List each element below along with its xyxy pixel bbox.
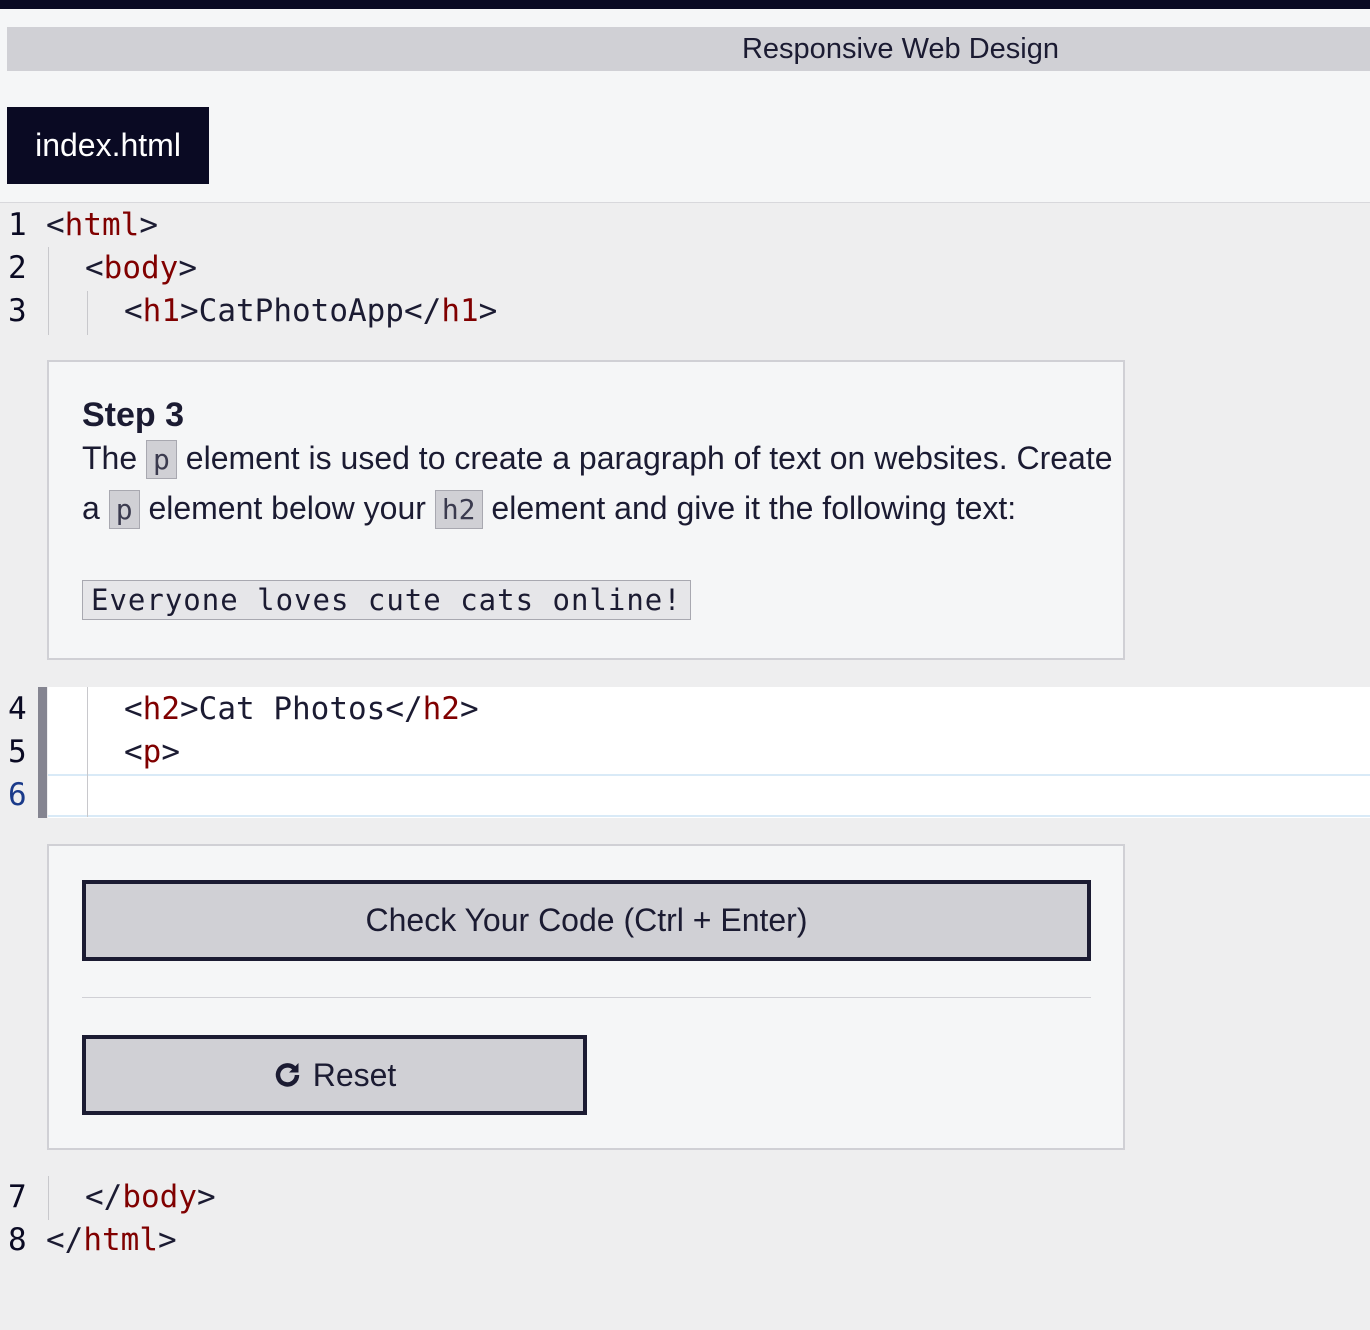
code-line: 3 <h1>CatPhotoApp</h1> [0, 289, 1370, 333]
sample-text: Everyone loves cute cats online! [82, 580, 691, 620]
line-number: 2 [8, 250, 27, 286]
code-line-active[interactable]: 6 [0, 773, 1370, 817]
description-line-1: The p element is used to create a paragr… [82, 440, 1113, 479]
check-code-label: Check Your Code (Ctrl + Enter) [365, 902, 808, 938]
code-text: </body> [85, 1179, 216, 1215]
code-line[interactable]: 4 <h2>Cat Photos</h2> [0, 687, 1370, 731]
instructions-panel: Step 3 The p element is used to create a… [47, 360, 1125, 660]
check-code-button[interactable]: Check Your Code (Ctrl + Enter) [82, 880, 1091, 961]
inline-code: h2 [434, 490, 483, 529]
action-panel: Check Your Code (Ctrl + Enter) Reset [47, 844, 1125, 1150]
line-number: 6 [8, 777, 27, 813]
tab-index-html[interactable]: index.html [7, 107, 209, 184]
description-line-2: a p element below your h2 element and gi… [82, 490, 1016, 529]
tab-label: index.html [35, 127, 181, 163]
reset-button[interactable]: Reset [82, 1035, 587, 1115]
line-number: 7 [8, 1179, 27, 1215]
breadcrumb-title[interactable]: Responsive Web Design [742, 33, 1059, 66]
inline-code: p [108, 490, 140, 529]
divider [82, 997, 1091, 998]
reset-icon [273, 1060, 303, 1090]
top-strip [0, 0, 1370, 9]
line-number: 4 [8, 691, 27, 727]
code-line[interactable]: 5 <p> [0, 730, 1370, 774]
line-number: 1 [8, 207, 27, 243]
reset-label: Reset [312, 1056, 397, 1093]
step-title: Step 3 [82, 396, 185, 434]
code-text: <body> [85, 250, 197, 286]
code-line: 2 <body> [0, 246, 1370, 290]
code-text: <h1>CatPhotoApp</h1> [124, 293, 498, 329]
line-number: 5 [8, 734, 27, 770]
inline-code: p [146, 440, 177, 479]
code-line: 7 </body> [0, 1175, 1370, 1219]
code-text: </html> [46, 1222, 177, 1258]
code-line: 8 </html> [0, 1218, 1370, 1262]
line-number: 8 [8, 1222, 27, 1258]
code-text: <html> [46, 207, 158, 243]
line-number: 3 [8, 293, 27, 329]
code-text: <h2>Cat Photos</h2> [124, 691, 479, 727]
breadcrumb: Responsive Web Design [7, 27, 1370, 71]
code-line: 1 <html> [0, 203, 1370, 247]
code-text: <p> [124, 734, 181, 770]
